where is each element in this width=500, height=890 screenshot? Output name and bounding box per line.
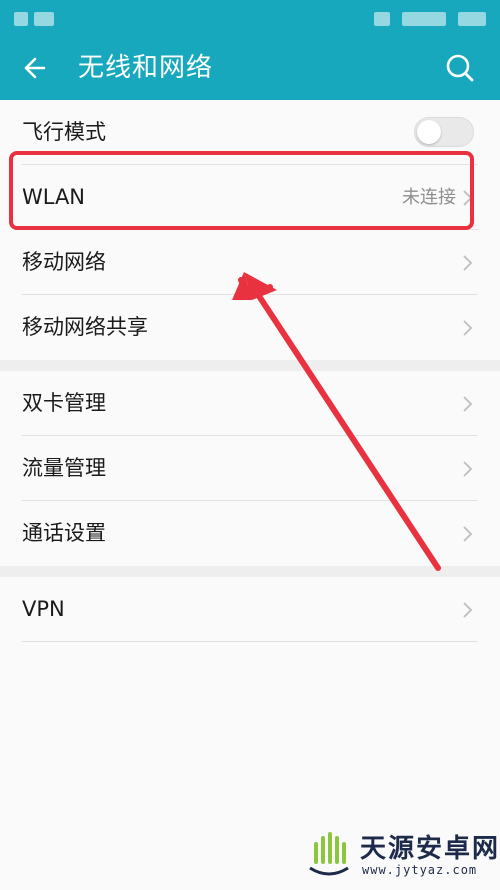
- setting-label: VPN: [22, 597, 65, 621]
- watermark: 天源安卓网 www.jytyaz.com: [304, 826, 498, 884]
- search-icon[interactable]: [440, 48, 480, 88]
- chevron-right-icon: [463, 602, 473, 618]
- setting-data-usage[interactable]: 流量管理: [0, 436, 500, 501]
- highlight-box: [9, 151, 474, 230]
- chevron-right-icon: [463, 461, 473, 477]
- setting-mobile-network[interactable]: 移动网络: [0, 230, 500, 295]
- status-icon: [14, 12, 28, 26]
- section-divider: [0, 566, 500, 577]
- setting-label: 移动网络: [22, 250, 106, 274]
- toolbar: 无线和网络: [0, 36, 500, 100]
- setting-vpn[interactable]: VPN: [0, 577, 500, 642]
- watermark-logo-icon: [309, 832, 349, 876]
- setting-dual-sim[interactable]: 双卡管理: [0, 371, 500, 436]
- chevron-right-icon: [463, 396, 473, 412]
- divider: [22, 641, 478, 642]
- chevron-right-icon: [463, 526, 473, 542]
- setting-label: 双卡管理: [22, 391, 106, 415]
- setting-label: 流量管理: [22, 456, 106, 480]
- setting-call-settings[interactable]: 通话设置: [0, 501, 500, 566]
- app-bar: 无线和网络: [0, 0, 500, 100]
- section-divider: [0, 360, 500, 371]
- status-icon: [458, 12, 486, 26]
- status-bar: [0, 0, 500, 36]
- setting-tethering[interactable]: 移动网络共享: [0, 295, 500, 360]
- chevron-right-icon: [463, 320, 473, 336]
- chevron-right-icon: [463, 255, 473, 271]
- battery-icon: [402, 12, 446, 26]
- airplane-mode-toggle[interactable]: [414, 117, 474, 147]
- setting-label: 移动网络共享: [22, 315, 148, 339]
- watermark-url: www.jytyaz.com: [362, 863, 478, 877]
- page-title: 无线和网络: [78, 53, 214, 83]
- setting-label: 通话设置: [22, 521, 106, 545]
- toggle-knob: [417, 120, 441, 144]
- status-icon: [374, 12, 390, 26]
- status-icon: [34, 12, 54, 26]
- watermark-name: 天源安卓网: [360, 834, 500, 864]
- back-arrow-icon[interactable]: [18, 50, 58, 86]
